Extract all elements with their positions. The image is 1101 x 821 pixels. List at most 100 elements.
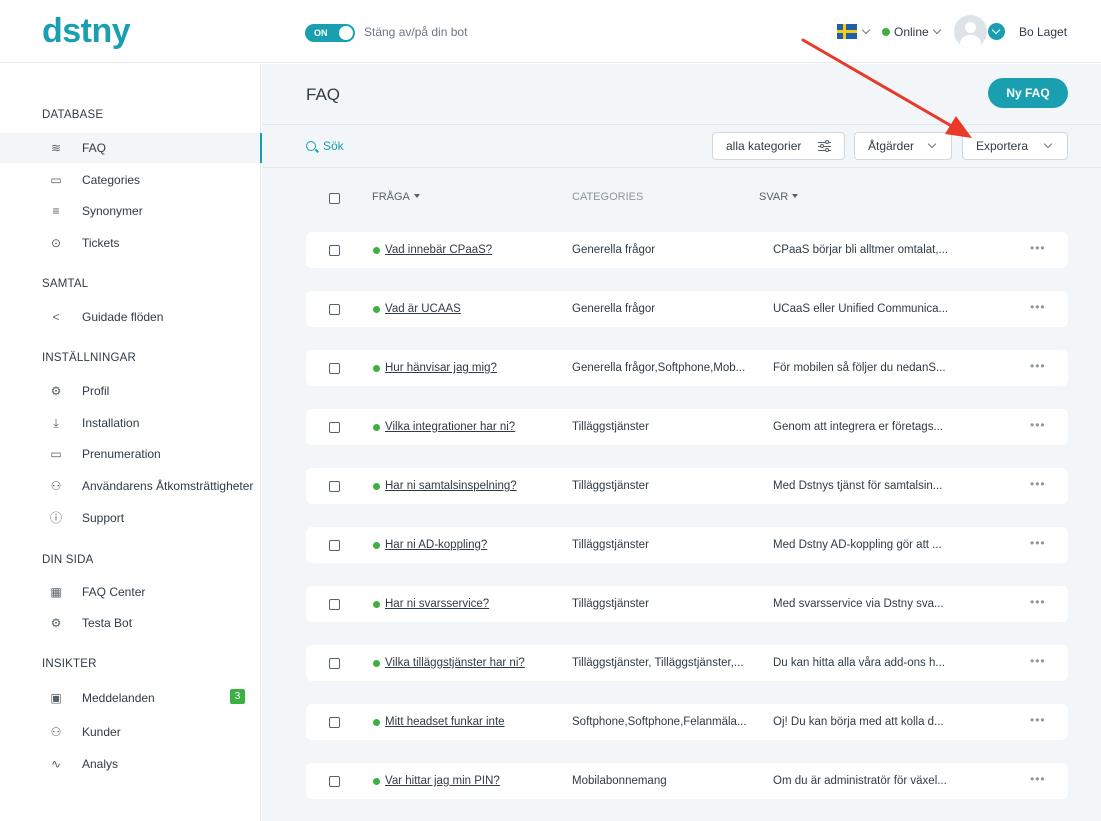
table-row[interactable]: Vilka integrationer har ni? Tilläggstjäns… bbox=[306, 409, 1068, 445]
table-row[interactable]: Var hittar jag min PIN? Mobilabonnemang Om… bbox=[306, 763, 1068, 799]
sidebar-item-synonymer[interactable]: ≡ Synonymer bbox=[0, 196, 261, 226]
sort-caret-icon bbox=[413, 194, 420, 198]
user-name[interactable]: Bo Laget bbox=[1019, 25, 1067, 39]
categories-cell: Tilläggstjänster, Tilläggstjänster,... bbox=[572, 657, 744, 669]
select-all-checkbox[interactable] bbox=[329, 193, 340, 204]
table-row[interactable]: Har ni samtalsinspelning? Tilläggstjänste… bbox=[306, 468, 1068, 504]
categories-cell: Mobilabonnemang bbox=[572, 775, 667, 787]
sidebar-item-kunder[interactable]: ⚇ Kunder bbox=[0, 717, 261, 747]
more-options-icon[interactable]: ••• bbox=[1030, 359, 1046, 373]
sidebar-item-support[interactable]: ⓘ Support bbox=[0, 503, 261, 533]
sidebar-item-faq[interactable]: ≋ FAQ bbox=[0, 133, 262, 163]
question-link[interactable]: Vad innebär CPaaS? bbox=[385, 243, 492, 257]
column-header-question[interactable]: FRÅGA bbox=[372, 190, 420, 204]
more-options-icon[interactable]: ••• bbox=[1030, 595, 1046, 609]
section-installningar: INSTÄLLNINGAR bbox=[42, 352, 136, 364]
column-header-label: SVAR bbox=[759, 191, 789, 203]
export-label: Exportera bbox=[976, 139, 1029, 153]
more-options-icon[interactable]: ••• bbox=[1030, 477, 1046, 491]
sliders-icon bbox=[818, 140, 831, 152]
row-checkbox[interactable] bbox=[329, 658, 340, 669]
row-checkbox[interactable] bbox=[329, 363, 340, 374]
sidebar-item-label: Meddelanden bbox=[82, 691, 155, 705]
table-row[interactable]: Mitt headset funkar inte Softphone,Softph… bbox=[306, 704, 1068, 740]
avatar[interactable] bbox=[954, 15, 987, 48]
sidebar-item-label: Guidade flöden bbox=[82, 310, 164, 324]
more-options-icon[interactable]: ••• bbox=[1030, 536, 1046, 550]
answer-cell: Om du är administratör för växel... bbox=[773, 775, 947, 787]
answer-cell: UCaaS eller Unified Communica... bbox=[773, 303, 949, 315]
row-checkbox[interactable] bbox=[329, 776, 340, 787]
logo[interactable]: dstny bbox=[42, 12, 131, 50]
row-checkbox[interactable] bbox=[329, 481, 340, 492]
row-checkbox[interactable] bbox=[329, 304, 340, 315]
sidebar-item-guidade-floden[interactable]: < Guidade flöden bbox=[0, 302, 261, 332]
row-checkbox[interactable] bbox=[329, 422, 340, 433]
table-row[interactable]: Vad är UCAAS Generella frågor UCaaS eller … bbox=[306, 291, 1068, 327]
status-dropdown[interactable]: Online bbox=[894, 25, 929, 39]
export-button[interactable]: Exportera bbox=[962, 132, 1068, 160]
more-options-icon[interactable]: ••• bbox=[1030, 713, 1046, 727]
question-link[interactable]: Mitt headset funkar inte bbox=[385, 715, 505, 729]
chevron-down-icon[interactable] bbox=[861, 25, 871, 35]
table-row[interactable]: Har ni AD-koppling? Tilläggstjänster Med D… bbox=[306, 527, 1068, 563]
new-faq-button[interactable]: Ny FAQ bbox=[988, 78, 1068, 108]
bot-toggle[interactable]: ON bbox=[305, 24, 355, 42]
sidebar-item-label: Profil bbox=[82, 384, 110, 398]
row-checkbox[interactable] bbox=[329, 717, 340, 728]
row-checkbox[interactable] bbox=[329, 540, 340, 551]
download-icon: ⤓ bbox=[53, 416, 59, 430]
sidebar-item-faq-center[interactable]: ▦ FAQ Center bbox=[0, 577, 261, 607]
sidebar-item-installation[interactable]: ⤓ Installation bbox=[0, 408, 261, 438]
more-options-icon[interactable]: ••• bbox=[1030, 241, 1046, 255]
gear-icon: ⚙ bbox=[50, 384, 62, 398]
category-filter[interactable]: alla kategorier bbox=[712, 132, 845, 160]
question-link[interactable]: Vilka tilläggstjänster har ni? bbox=[385, 656, 525, 670]
published-status-dot bbox=[373, 778, 380, 785]
question-link[interactable]: Hur hänvisar jag mig? bbox=[385, 361, 497, 375]
sidebar: DATABASE ≋ FAQ ▭ Categories ≡ Synonymer … bbox=[0, 64, 262, 821]
categories-cell: Tilläggstjänster bbox=[572, 421, 649, 433]
sidebar-item-categories[interactable]: ▭ Categories bbox=[0, 165, 261, 195]
sidebar-item-testa-bot[interactable]: ⚙ Testa Bot bbox=[0, 608, 261, 638]
sidebar-item-analys[interactable]: ∿ Analys bbox=[0, 749, 261, 779]
section-samtal: SAMTAL bbox=[42, 278, 89, 290]
avatar-menu-icon[interactable] bbox=[988, 23, 1005, 40]
chevron-down-icon[interactable] bbox=[932, 25, 942, 35]
row-checkbox[interactable] bbox=[329, 599, 340, 610]
more-options-icon[interactable]: ••• bbox=[1030, 418, 1046, 432]
sidebar-item-profil[interactable]: ⚙ Profil bbox=[0, 376, 261, 406]
sidebar-item-prenumeration[interactable]: ▭ Prenumeration bbox=[0, 439, 261, 469]
layers-icon: ≋ bbox=[50, 141, 62, 155]
question-link[interactable]: Har ni samtalsinspelning? bbox=[385, 479, 517, 493]
table-row[interactable]: Vad innebär CPaaS? Generella frågor CPaaS … bbox=[306, 232, 1068, 268]
sidebar-item-atkomstrattigheter[interactable]: ⚇ Användarens Åtkomsträttigheter bbox=[0, 471, 261, 501]
sidebar-item-label: Synonymer bbox=[82, 204, 143, 218]
main-content: FAQ Ny FAQ Sök alla kategorier Åtgärder … bbox=[262, 64, 1101, 821]
question-link[interactable]: Vilka integrationer har ni? bbox=[385, 420, 515, 434]
sweden-flag-icon[interactable] bbox=[837, 24, 857, 39]
more-options-icon[interactable]: ••• bbox=[1030, 654, 1046, 668]
published-status-dot bbox=[373, 365, 380, 372]
more-options-icon[interactable]: ••• bbox=[1030, 772, 1046, 786]
question-link[interactable]: Vad är UCAAS bbox=[385, 302, 461, 316]
table-row[interactable]: Hur hänvisar jag mig? Generella frågor,So… bbox=[306, 350, 1068, 386]
table-row[interactable]: Har ni svarsservice? Tilläggstjänster Med … bbox=[306, 586, 1068, 622]
clipboard-icon: ▭ bbox=[50, 447, 62, 461]
answer-cell: Oj! Du kan börja med att kolla d... bbox=[773, 716, 944, 728]
column-header-answer[interactable]: SVAR bbox=[759, 190, 799, 204]
sidebar-item-meddelanden[interactable]: ▣ Meddelanden 3 bbox=[0, 683, 261, 713]
toggle-knob bbox=[339, 26, 353, 40]
search-input[interactable]: Sök bbox=[323, 139, 344, 153]
actions-dropdown[interactable]: Åtgärder bbox=[854, 132, 952, 160]
published-status-dot bbox=[373, 601, 380, 608]
more-options-icon[interactable]: ••• bbox=[1030, 300, 1046, 314]
search-icon bbox=[306, 141, 316, 151]
answer-cell: Du kan hitta alla våra add-ons h... bbox=[773, 657, 945, 669]
row-checkbox[interactable] bbox=[329, 245, 340, 256]
question-link[interactable]: Har ni svarsservice? bbox=[385, 597, 489, 611]
question-link[interactable]: Var hittar jag min PIN? bbox=[385, 774, 500, 788]
sidebar-item-tickets[interactable]: ⊙ Tickets bbox=[0, 228, 261, 258]
question-link[interactable]: Har ni AD-koppling? bbox=[385, 538, 487, 552]
table-row[interactable]: Vilka tilläggstjänster har ni? Tilläggstj… bbox=[306, 645, 1068, 681]
